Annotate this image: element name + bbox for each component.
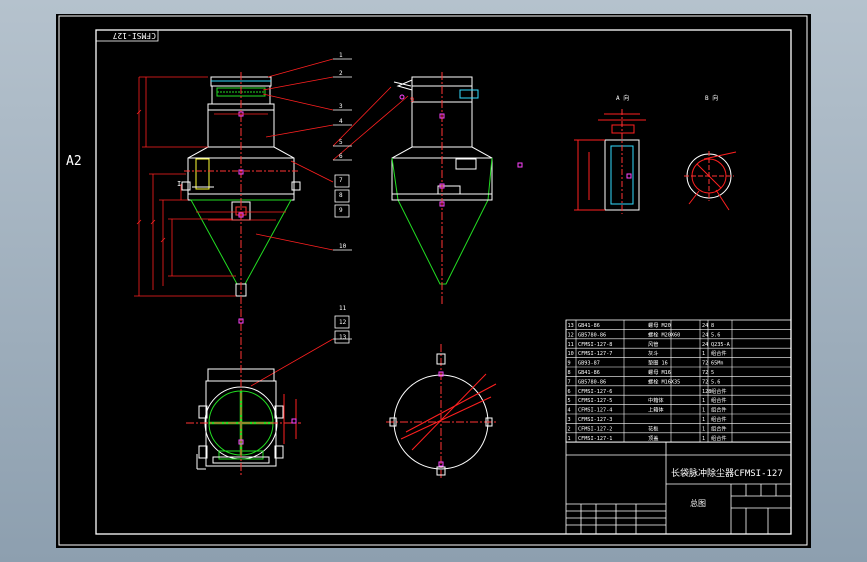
circular-section-view [386, 344, 497, 479]
parts-cell-qty: 72 [702, 379, 708, 385]
view-b-label: B 向 [705, 94, 718, 102]
outer-frame [58, 15, 808, 546]
section-mark-i: I [177, 180, 181, 188]
dust-collector-drawing: A2 CFMSI-127 I 1 2 3 4 5 6 7 8 9 10 11 1… [58, 15, 808, 546]
parts-cell-code: CFMSI-127-8 [578, 342, 612, 348]
parts-cell-no: 13 [568, 323, 574, 329]
parts-cell-name: 螺栓 M16X35 [648, 377, 680, 385]
parts-cell-no: 10 [568, 351, 574, 357]
parts-cell-name: 灰斗 [648, 349, 658, 357]
parts-cell-note: 8 [711, 323, 714, 329]
parts-cell-note: 组合件 [711, 406, 727, 414]
parts-cell-name: 垫圈 16 [648, 359, 668, 367]
sheet-size-label: A2 [66, 154, 82, 169]
top-view [186, 309, 301, 476]
title-block-title: 长袋脉冲除尘器CFMSI-127 [671, 467, 783, 479]
parts-cell-qty: 1 [702, 417, 705, 423]
parts-cell-no: 11 [568, 342, 574, 348]
parts-cell-name: 顶盖 [648, 434, 658, 442]
parts-cell-note: 65Mn [711, 361, 724, 367]
balloon-4: 4 [339, 118, 343, 125]
parts-cell-name: 中箱体 [648, 396, 664, 404]
parts-cell-note: 5.6 [711, 379, 720, 385]
parts-cell-note: Q235-A [711, 342, 731, 348]
view-a [574, 109, 646, 214]
parts-cell-name: 螺母 M16 [648, 368, 671, 376]
title-block-subtitle: 总图 [690, 498, 706, 508]
code-stamp-text: CFMSI-127 [112, 31, 156, 40]
parts-cell-qty: 1 [702, 351, 705, 357]
balloon-3: 3 [339, 103, 343, 110]
parts-cell-note: 组合件 [711, 387, 727, 395]
parts-cell-no: 8 [568, 370, 571, 376]
parts-cell-code: CFMSI-127-2 [578, 426, 612, 432]
balloon-10: 10 [339, 243, 347, 250]
view-b [684, 151, 737, 211]
balloon-11: 11 [339, 305, 347, 312]
side-view-callout: 9 [410, 96, 414, 104]
parts-cell-note: 组合件 [711, 434, 727, 442]
balloon-boxes [334, 174, 350, 344]
parts-cell-name: 风管 [648, 340, 658, 348]
parts-cell-note: 组合件 [711, 415, 727, 423]
balloon-8: 8 [339, 192, 343, 199]
parts-cell-qty: 128 [702, 389, 711, 395]
leader-lines [250, 58, 409, 387]
side-view [391, 72, 523, 304]
parts-cell-no: 9 [568, 361, 571, 367]
parts-cell-name: 上箱体 [648, 406, 664, 414]
parts-cell-code: CFMSI-127-7 [578, 351, 612, 357]
balloon-1: 1 [339, 52, 343, 59]
parts-cell-name: 螺母 M20 [648, 321, 671, 329]
parts-cell-qty: 1 [702, 398, 705, 404]
balloon-13: 13 [339, 334, 347, 341]
parts-cell-no: 3 [568, 417, 571, 423]
parts-cell-qty: 1 [702, 436, 705, 442]
parts-cell-code: GB93-87 [578, 361, 600, 367]
parts-cell-qty: 72 [702, 361, 708, 367]
parts-cell-qty: 1 [702, 408, 705, 414]
parts-cell-code: GB41-86 [578, 370, 600, 376]
parts-cell-name: 螺栓 M20X60 [648, 330, 680, 338]
parts-cell-no: 7 [568, 379, 571, 385]
balloon-7: 7 [339, 177, 343, 184]
parts-cell-note: 组合件 [711, 424, 727, 432]
parts-cell-name: 花板 [648, 424, 659, 432]
balloon-2: 2 [339, 70, 343, 77]
parts-cell-no: 1 [568, 436, 571, 442]
balloon-12: 12 [339, 319, 347, 326]
parts-cell-code: CFMSI-127-1 [578, 436, 612, 442]
parts-list-table: 13 GB41-86 螺母 M20 24 812 GB5780-86 螺栓 M20X60 24… [565, 319, 792, 443]
parts-cell-code: CFMSI-127-5 [578, 398, 612, 404]
parts-cell-code: CFMSI-127-4 [578, 408, 612, 414]
front-view [181, 72, 301, 314]
parts-cell-code: CFMSI-127-6 [578, 389, 612, 395]
balloon-6: 6 [339, 153, 343, 160]
parts-cell-qty: 24 [702, 332, 708, 338]
parts-cell-no: 5 [568, 398, 571, 404]
parts-cell-note: 组合件 [711, 396, 727, 404]
parts-cell-note: 5 [711, 370, 714, 376]
parts-cell-no: 4 [568, 408, 571, 414]
parts-cell-code: GB5780-86 [578, 332, 606, 338]
view-a-label: A 向 [616, 94, 629, 102]
balloon-9: 9 [339, 207, 343, 214]
balloon-labels: 1 2 3 4 5 6 7 8 9 10 11 12 13 [339, 52, 347, 341]
parts-cell-note: 组合件 [711, 349, 727, 357]
parts-cell-no: 12 [568, 332, 574, 338]
parts-cell-code: CFMSI-127-3 [578, 417, 612, 423]
parts-cell-no: 6 [568, 389, 571, 395]
parts-cell-code: GB41-86 [578, 323, 600, 329]
parts-cell-qty: 1 [702, 426, 705, 432]
parts-cell-note: 5.6 [711, 332, 720, 338]
cad-viewport[interactable]: A2 CFMSI-127 I 1 2 3 4 5 6 7 8 9 10 11 1… [0, 0, 867, 562]
parts-cell-code: GB5780-86 [578, 379, 606, 385]
parts-cell-no: 2 [568, 426, 571, 432]
parts-cell-qty: 24 [702, 342, 708, 348]
parts-cell-qty: 72 [702, 370, 708, 376]
drawing-sheet[interactable]: A2 CFMSI-127 I 1 2 3 4 5 6 7 8 9 10 11 1… [56, 14, 811, 548]
title-block [565, 441, 792, 535]
balloon-5: 5 [339, 139, 343, 146]
parts-cell-qty: 24 [702, 323, 708, 329]
